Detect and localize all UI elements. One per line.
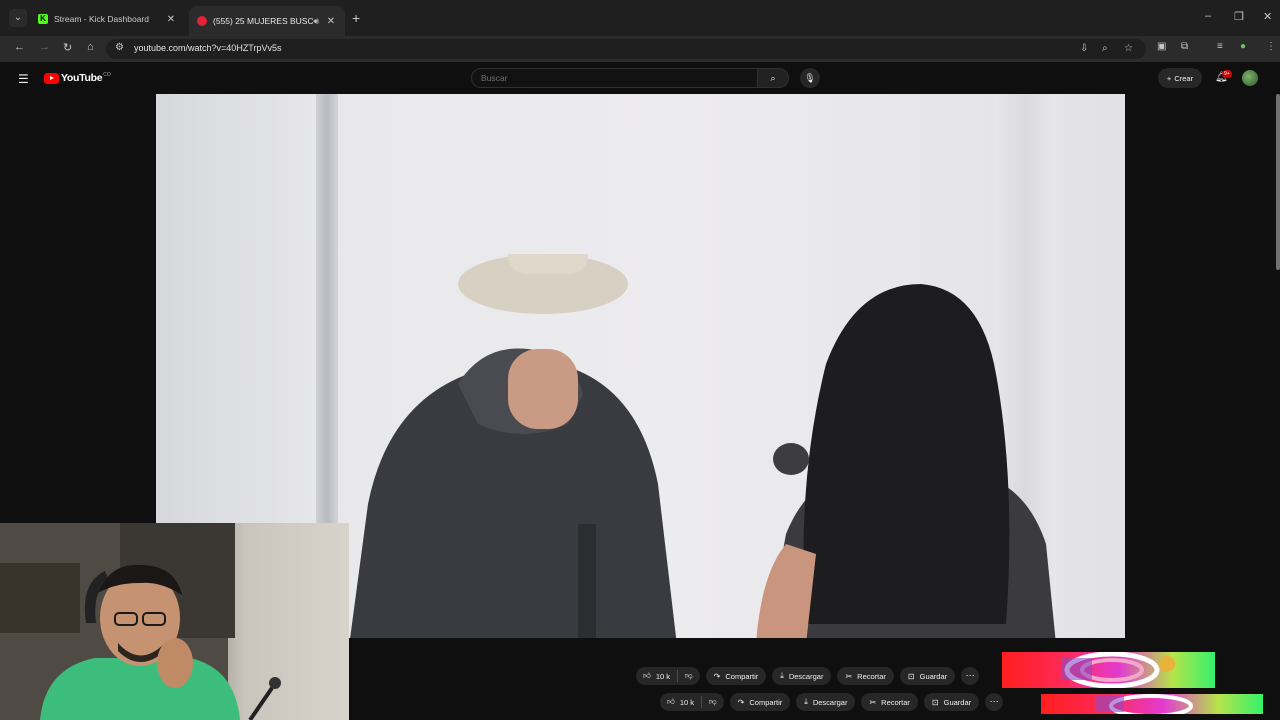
site-info-icon[interactable]: ⚙ — [115, 42, 124, 53]
thumbs-up-icon: 👍︎ — [643, 671, 651, 680]
clip-label: Recortar — [881, 697, 910, 707]
youtube-logo[interactable]: YouTube CO — [44, 72, 111, 84]
download-label: Descargar — [812, 697, 848, 707]
extension-icon[interactable]: ▣ — [1157, 41, 1166, 52]
home-icon[interactable]: ⌂ — [87, 41, 94, 53]
create-button[interactable]: + Crear — [1158, 68, 1202, 88]
plus-icon: + — [1166, 73, 1172, 83]
share-label: Compartir — [749, 697, 783, 707]
download-label: Descargar — [788, 671, 824, 681]
restore-icon[interactable]: ❐ — [1234, 10, 1244, 23]
notification-badge: 9+ — [1222, 70, 1232, 78]
media-control-icon[interactable]: ≡ — [1217, 41, 1223, 52]
address-bar[interactable]: ⚙ youtube.com/watch?v=40HZTrpVv5s ⇩ ⌕ ☆ — [106, 39, 1146, 59]
browser-toolbar: ← → ↻ ⌂ ⚙ youtube.com/watch?v=40HZTrpVv5… — [0, 36, 1280, 62]
banner-graphic — [1096, 694, 1193, 714]
close-icon[interactable]: ✕ — [325, 16, 337, 27]
microphone-icon: 🎙︎ — [804, 73, 816, 83]
video-actions-row-secondary: 👍︎ 10 k 👎︎ ↷ Compartir ⤓ Descargar ✂ Rec… — [660, 692, 1004, 712]
search-input[interactable]: Buscar — [471, 68, 758, 88]
url-text: youtube.com/watch?v=40HZTrpVv5s — [134, 43, 282, 53]
tab-title: Stream - Kick Dashboard — [54, 14, 149, 24]
thumbs-up-icon: 👍︎ — [667, 697, 675, 706]
speaker-icon[interactable]: 🔊︎ — [313, 16, 319, 27]
share-icon: ↷ — [737, 697, 745, 707]
dislike-button[interactable]: 👎︎ — [678, 671, 700, 681]
voice-search-button[interactable]: 🎙︎ — [800, 68, 820, 88]
zoom-icon[interactable]: ⌕ — [1102, 43, 1108, 54]
bookmark-icon: ⊡ — [907, 671, 915, 681]
more-actions-button[interactable]: ⋯ — [961, 667, 980, 685]
tab-search-icon[interactable]: ⌄ — [9, 9, 27, 27]
menu-hamburger-icon[interactable]: ☰ — [18, 72, 29, 86]
like-dislike-group: 👍︎ 10 k 👎︎ — [636, 667, 700, 685]
menu-kebab-icon[interactable]: ⋮ — [1266, 41, 1276, 52]
save-label: Guardar — [919, 671, 948, 681]
more-horizontal-icon: ⋯ — [989, 696, 999, 706]
share-button[interactable]: ↷ Compartir — [729, 693, 791, 711]
page-scrollbar[interactable] — [1276, 94, 1280, 270]
browser-tab-bar: ⌄ K Stream - Kick Dashboard ✕ (555) 25 M… — [0, 0, 1280, 36]
close-window-icon[interactable]: ✕ — [1263, 10, 1272, 23]
thumbs-down-icon: 👎︎ — [709, 697, 717, 706]
video-frame-man — [350, 254, 677, 638]
clip-label: Recortar — [857, 671, 886, 681]
like-dislike-group: 👍︎ 10 k 👎︎ — [660, 693, 724, 711]
download-button[interactable]: ⤓ Descargar — [772, 667, 832, 685]
install-icon[interactable]: ⇩ — [1080, 43, 1088, 54]
save-button[interactable]: ⊡ Guardar — [899, 667, 956, 685]
share-button[interactable]: ↷ Compartir — [705, 667, 767, 685]
logo-country: CO — [103, 72, 111, 78]
search-button[interactable]: ⌕ — [758, 68, 789, 88]
search-icon: ⌕ — [770, 73, 776, 83]
youtube-icon — [197, 16, 207, 26]
tab-youtube-video[interactable]: (555) 25 MUJERES BUSCAN 🔊︎ ✕ — [189, 6, 345, 36]
puzzle-icon[interactable]: ⧉ — [1181, 41, 1188, 52]
scissors-icon: ✂ — [845, 671, 853, 681]
like-count: 10 k — [679, 697, 695, 707]
download-icon: ⤓ — [804, 697, 808, 706]
webcam-person — [0, 523, 281, 720]
youtube-play-icon — [44, 72, 59, 84]
youtube-header: ☰ YouTube CO Buscar ⌕ 🎙︎ + Crear 🔔︎ — [0, 62, 1280, 94]
close-icon[interactable]: ✕ — [165, 14, 177, 25]
like-button[interactable]: 👍︎ 10 k — [636, 671, 677, 681]
clip-button[interactable]: ✂ Recortar — [837, 667, 894, 685]
tab-title: (555) 25 MUJERES BUSCAN — [213, 16, 314, 26]
search-placeholder: Buscar — [481, 73, 508, 83]
scissors-icon: ✂ — [869, 697, 877, 707]
profile-icon[interactable]: ● — [1240, 41, 1246, 52]
clip-button[interactable]: ✂ Recortar — [861, 693, 918, 711]
share-label: Compartir — [725, 671, 759, 681]
bookmark-icon: ⊡ — [931, 697, 939, 707]
like-button[interactable]: 👍︎ 10 k — [660, 697, 701, 707]
like-count: 10 k — [655, 671, 671, 681]
minimize-icon[interactable]: – — [1205, 10, 1211, 22]
create-label: Crear — [1174, 73, 1194, 83]
tab-kick-dashboard[interactable]: K Stream - Kick Dashboard ✕ — [30, 6, 185, 32]
download-icon: ⤓ — [780, 671, 784, 680]
reload-icon[interactable]: ↻ — [63, 41, 72, 54]
stream-alert-banner-secondary — [1041, 694, 1263, 714]
video-frame-woman — [756, 284, 1056, 638]
save-button[interactable]: ⊡ Guardar — [923, 693, 980, 711]
webcam-overlay — [0, 523, 349, 720]
save-label: Guardar — [943, 697, 972, 707]
avatar[interactable] — [1242, 70, 1258, 86]
dislike-button[interactable]: 👎︎ — [702, 697, 724, 707]
download-button[interactable]: ⤓ Descargar — [796, 693, 856, 711]
bookmark-star-icon[interactable]: ☆ — [1124, 43, 1133, 54]
more-actions-button[interactable]: ⋯ — [985, 693, 1004, 711]
thumbs-down-icon: 👎︎ — [685, 671, 693, 680]
banner-graphic — [1062, 652, 1175, 688]
stream-alert-banner — [1002, 652, 1215, 688]
share-icon: ↷ — [713, 671, 721, 681]
new-tab-button[interactable]: + — [352, 10, 360, 26]
logo-text: YouTube — [61, 72, 103, 84]
forward-icon[interactable]: → — [39, 41, 50, 53]
video-actions-row: 👍︎ 10 k 👎︎ ↷ Compartir ⤓ Descargar ✂ Rec… — [636, 666, 980, 686]
more-horizontal-icon: ⋯ — [965, 670, 975, 680]
back-icon[interactable]: ← — [14, 41, 25, 53]
kick-icon: K — [38, 14, 48, 24]
